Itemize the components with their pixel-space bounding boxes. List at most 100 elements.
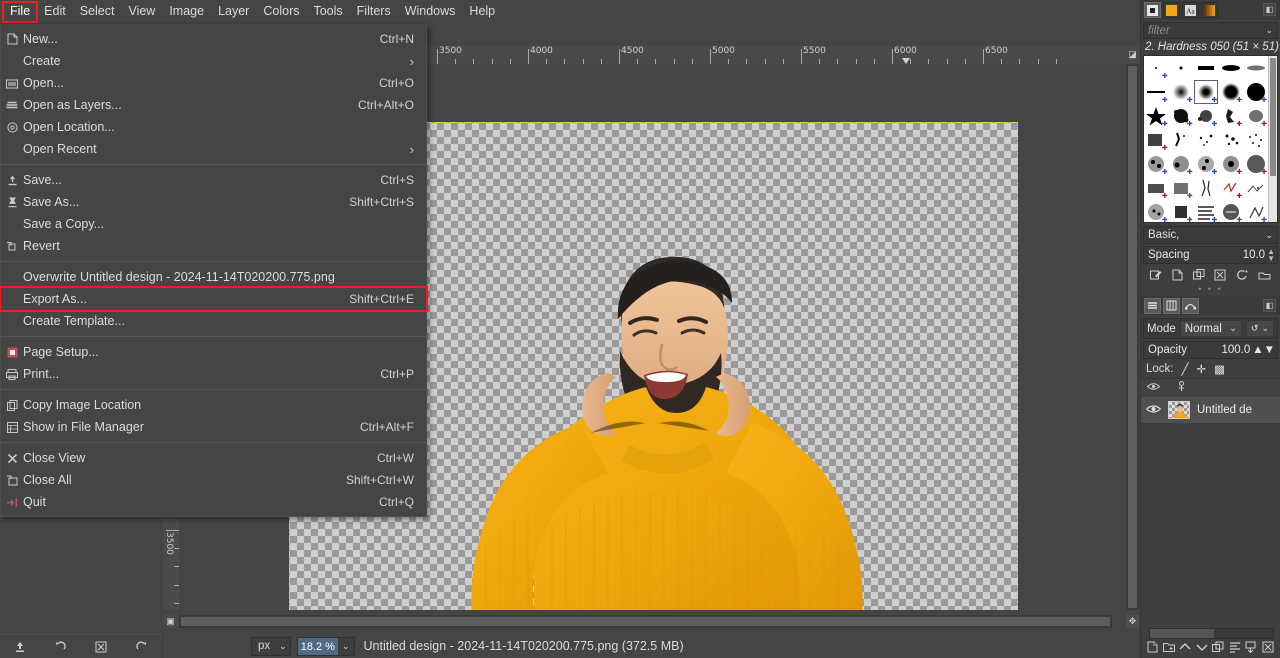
paths-tab[interactable] — [1182, 297, 1199, 314]
brush-item[interactable]: ✚ — [1144, 56, 1169, 80]
brush-item[interactable] — [1218, 56, 1243, 80]
save-tool-icon[interactable] — [14, 641, 26, 653]
brush-item[interactable] — [1218, 128, 1243, 152]
redo-icon[interactable] — [135, 640, 148, 653]
unit-selector[interactable]: px ⌄ — [251, 636, 291, 656]
brush-item[interactable]: ✚ — [1218, 200, 1243, 222]
duplicate-layer-icon[interactable] — [1212, 641, 1224, 656]
file-dropdown-menu[interactable]: New... Ctrl+N Create › Open... Ctrl+O Open as … — [0, 24, 428, 517]
chevron-down-icon[interactable]: ⌄ — [338, 641, 354, 652]
brush-item-selected[interactable]: ✚ — [1193, 80, 1219, 104]
menu-item-save-as[interactable]: Save As... Shift+Ctrl+S — [1, 191, 426, 213]
lock-alpha-icon[interactable]: ▩ — [1214, 362, 1225, 376]
horizontal-scrollbar-thumb[interactable] — [181, 617, 1110, 626]
brush-item[interactable]: ✚ — [1144, 128, 1169, 152]
brush-grid-panel[interactable]: ✚ ✚ ✚ ✚ ✚ ✚ ✚ ✚ ✚ ✚ ✚ ✚ ✚ ✚ ✚ ✚ ✚ ✚ ✚ ✚ … — [1143, 55, 1278, 223]
opacity-row[interactable]: Opacity 100.0 ▲▼ — [1143, 341, 1278, 359]
brush-item[interactable] — [1243, 176, 1268, 200]
brush-item[interactable]: ✚ — [1243, 200, 1268, 222]
spacing-value[interactable]: 10.0 — [1243, 249, 1265, 261]
brush-item[interactable]: ✚ — [1243, 152, 1268, 176]
brushes-tab[interactable] — [1144, 2, 1161, 18]
new-layer-icon[interactable] — [1147, 641, 1158, 656]
navigation-preview-button[interactable]: ✥ — [1126, 615, 1139, 628]
menu-item-save-a-copy[interactable]: Save a Copy... — [1, 213, 426, 235]
menu-item-quit[interactable]: Quit Ctrl+Q — [1, 491, 426, 513]
menu-item-save[interactable]: Save... Ctrl+S — [1, 169, 426, 191]
brush-item[interactable] — [1243, 128, 1268, 152]
open-brush-folder-icon[interactable] — [1258, 269, 1271, 284]
lock-pixels-icon[interactable]: ╱ — [1182, 362, 1189, 376]
cancel-icon[interactable] — [95, 641, 107, 653]
brush-item[interactable]: ✚ — [1144, 200, 1169, 222]
new-layer-group-icon[interactable] — [1162, 641, 1175, 656]
menu-item-open-location[interactable]: Open Location... — [1, 116, 426, 138]
layers-dock-menu-button[interactable]: ◧ — [1263, 299, 1276, 312]
spinner-arrows-icon[interactable]: ▲▼ — [1252, 344, 1275, 356]
vertical-scrollbar[interactable] — [1126, 64, 1139, 610]
menubar-item-file[interactable]: File — [1, 1, 39, 23]
spacing-spinner[interactable]: Spacing 10.0 ▲ ▼ — [1143, 246, 1278, 264]
menubar-item-select[interactable]: Select — [73, 2, 122, 22]
opacity-value[interactable]: 100.0 — [1221, 344, 1250, 356]
lock-position-icon[interactable]: ✛ — [1196, 362, 1206, 376]
refresh-brushes-icon[interactable] — [1236, 269, 1248, 284]
brush-item[interactable] — [1194, 128, 1219, 152]
menu-item-copy-image-location[interactable]: Copy Image Location — [1, 394, 426, 416]
menubar-item-filters[interactable]: Filters — [350, 2, 398, 22]
menu-item-close-all[interactable]: Close All Shift+Ctrl+W — [1, 469, 426, 491]
delete-layer-icon[interactable] — [1262, 641, 1274, 656]
brush-item[interactable] — [1169, 56, 1194, 80]
brush-item[interactable]: ✚ — [1169, 104, 1194, 128]
brush-item[interactable]: ✚ — [1144, 80, 1169, 104]
brush-grid[interactable]: ✚ ✚ ✚ ✚ ✚ ✚ ✚ ✚ ✚ ✚ ✚ ✚ ✚ ✚ ✚ ✚ ✚ ✚ ✚ ✚ … — [1144, 56, 1268, 222]
brush-item[interactable]: ✚ — [1243, 104, 1268, 128]
brush-item[interactable] — [1169, 128, 1194, 152]
edit-brush-icon[interactable] — [1149, 269, 1162, 284]
menu-item-create-template[interactable]: Create Template... — [1, 310, 426, 332]
menu-item-open[interactable]: Open... Ctrl+O — [1, 72, 426, 94]
gradients-tab[interactable] — [1201, 2, 1218, 18]
menu-item-open-as-layers[interactable]: Open as Layers... Ctrl+Alt+O — [1, 94, 426, 116]
brush-item[interactable] — [1194, 176, 1219, 200]
dock-resize-grip[interactable]: • • • — [1141, 285, 1280, 294]
layers-tab[interactable] — [1144, 297, 1161, 314]
brush-item[interactable]: ✚ — [1243, 80, 1268, 104]
menu-item-show-in-file-manager[interactable]: Show in File Manager Ctrl+Alt+F — [1, 416, 426, 438]
chevron-down-icon[interactable]: ⌄ — [1265, 25, 1273, 36]
brush-item[interactable] — [1194, 56, 1219, 80]
brush-item[interactable] — [1243, 56, 1268, 80]
menubar-item-image[interactable]: Image — [162, 2, 211, 22]
zoom-value[interactable]: 18.2 % — [297, 637, 338, 655]
new-brush-icon[interactable] — [1172, 269, 1183, 284]
menu-item-revert[interactable]: Revert — [1, 235, 426, 257]
brush-item[interactable]: ✚ — [1218, 176, 1243, 200]
menubar-item-view[interactable]: View — [121, 2, 162, 22]
menu-item-print[interactable]: Print... Ctrl+P — [1, 363, 426, 385]
mode-options-button[interactable]: ↺ ⌄ — [1245, 320, 1274, 337]
menu-item-open-recent[interactable]: Open Recent › — [1, 138, 426, 160]
brush-item[interactable]: ✚ — [1169, 176, 1194, 200]
channels-tab[interactable] — [1163, 297, 1180, 314]
menu-item-overwrite-untitled-design-2024-11-14t020[interactable]: Overwrite Untitled design - 2024-11-14T0… — [1, 266, 426, 288]
menu-item-page-setup[interactable]: Page Setup... — [1, 341, 426, 363]
brush-item[interactable]: ✚ — [1144, 176, 1169, 200]
menu-item-export-as[interactable]: Export As... Shift+Ctrl+E — [0, 286, 428, 312]
menubar-item-edit[interactable]: Edit — [37, 2, 73, 22]
brush-filter-input[interactable]: filter ⌄ — [1143, 22, 1278, 39]
patterns-tab[interactable] — [1163, 2, 1180, 18]
menubar-item-help[interactable]: Help — [462, 2, 502, 22]
blend-mode-selector[interactable]: Normal ⌄ — [1179, 320, 1242, 337]
delete-brush-icon[interactable] — [1214, 269, 1226, 284]
layer-visibility-toggle[interactable] — [1145, 403, 1162, 417]
brush-item[interactable]: ✚ — [1194, 104, 1219, 128]
fonts-tab[interactable]: Aa — [1182, 2, 1199, 18]
quickmask-toggle-button[interactable]: ▣ — [163, 614, 178, 628]
menubar-item-windows[interactable]: Windows — [398, 2, 463, 22]
ruler-menu-button[interactable]: ◪ — [1125, 46, 1140, 63]
menubar-item-layer[interactable]: Layer — [211, 2, 256, 22]
spinner-arrows-icon[interactable]: ▲▼ — [1267, 248, 1275, 263]
zoom-selector[interactable]: 18.2 % ⌄ — [296, 636, 355, 656]
menu-item-new[interactable]: New... Ctrl+N — [1, 28, 426, 50]
menubar-item-colors[interactable]: Colors — [256, 2, 306, 22]
